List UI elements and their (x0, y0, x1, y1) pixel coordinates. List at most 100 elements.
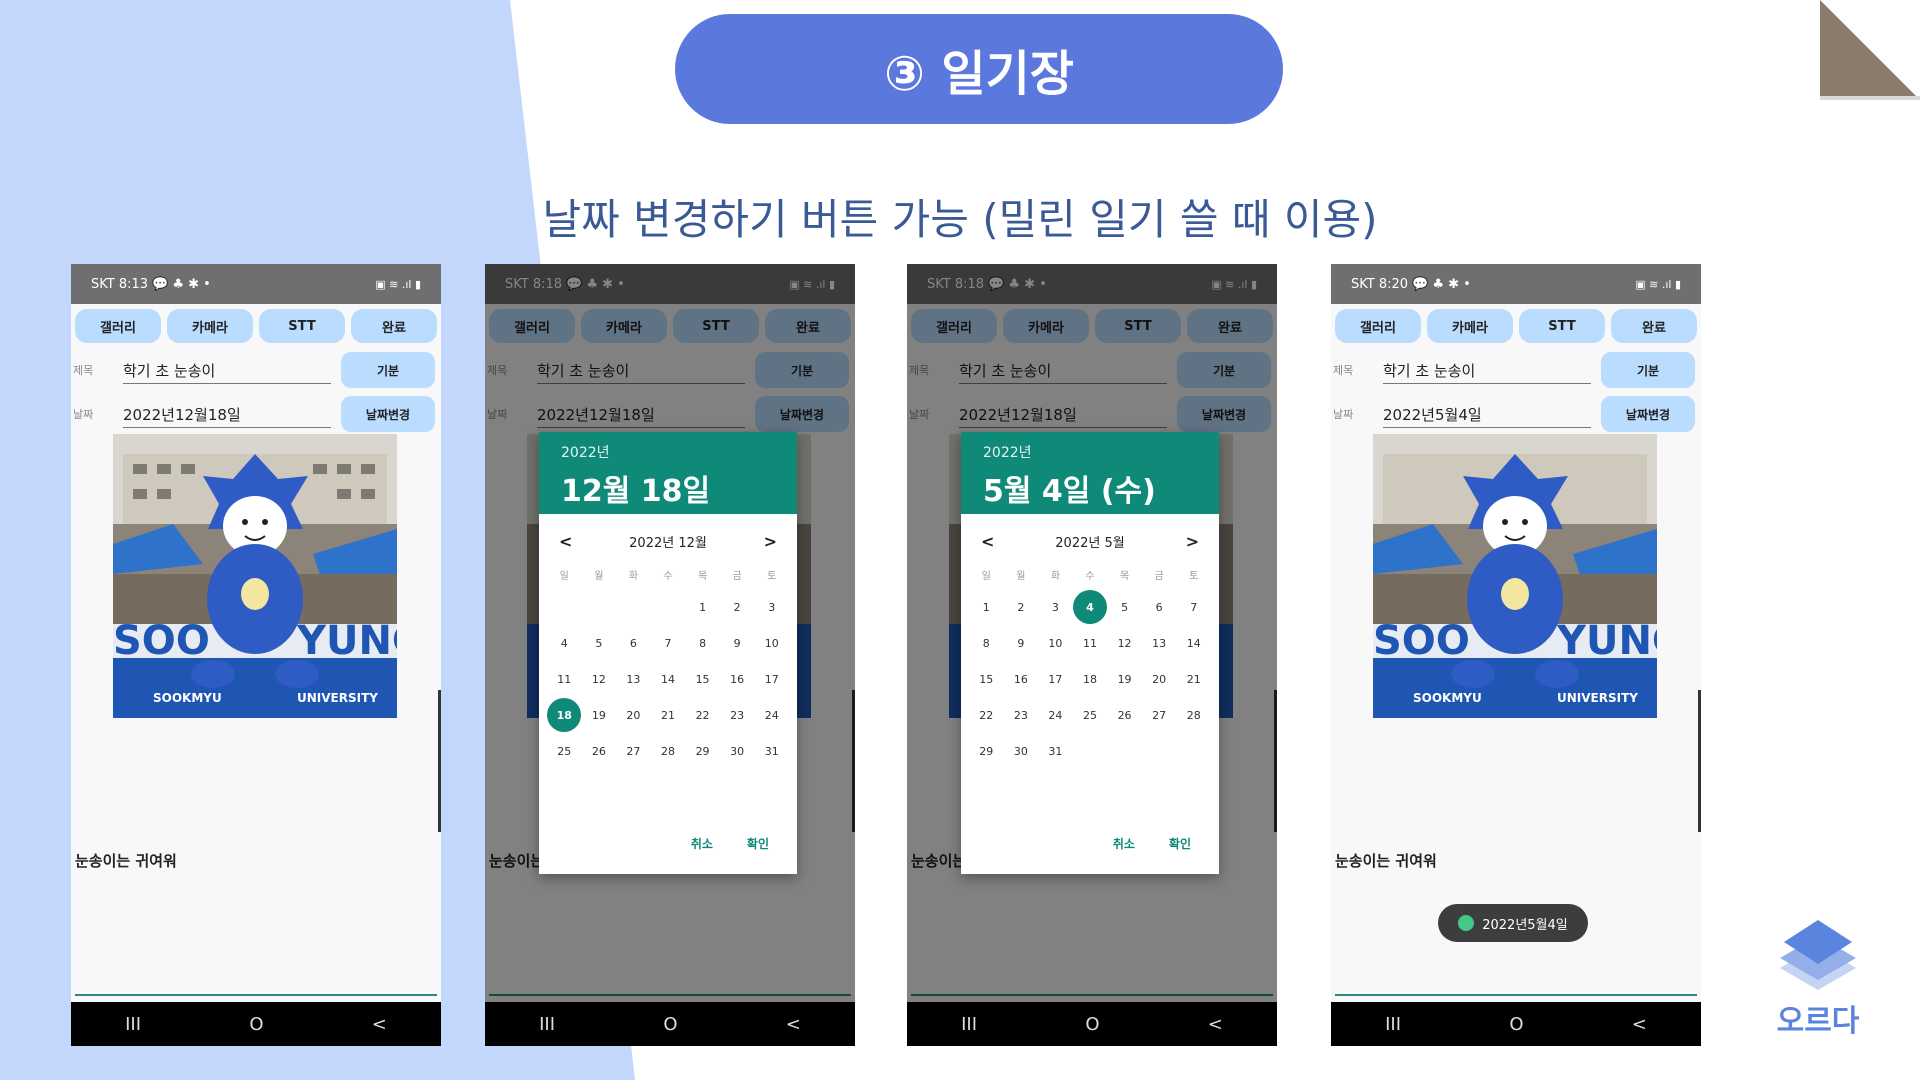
done-button[interactable]: 완료 (1611, 309, 1697, 343)
calendar-day[interactable]: 25 (1073, 697, 1108, 733)
calendar-day-selected[interactable]: 18 (547, 697, 582, 733)
calendar-day[interactable]: 27 (616, 733, 651, 769)
calendar-day[interactable]: 23 (720, 697, 755, 733)
next-month-icon[interactable]: > (764, 532, 777, 551)
prev-month-icon[interactable]: < (559, 532, 572, 551)
mood-button[interactable]: 기분 (341, 352, 435, 388)
cancel-button[interactable]: 취소 (1113, 835, 1135, 852)
calendar-day[interactable]: 29 (969, 733, 1004, 769)
calendar-day[interactable]: 15 (685, 661, 720, 697)
calendar-day[interactable]: 16 (1004, 661, 1039, 697)
date-input[interactable]: 2022년5월4일 (1383, 400, 1591, 428)
done-button[interactable]: 완료 (351, 309, 437, 343)
calendar-day[interactable]: 5 (1107, 589, 1142, 625)
calendar-day[interactable]: 26 (1107, 697, 1142, 733)
back-icon[interactable]: < (1632, 1014, 1647, 1035)
ok-button[interactable]: 확인 (1169, 835, 1191, 852)
recent-apps-icon[interactable]: III (961, 1014, 977, 1035)
calendar-day[interactable]: 16 (720, 661, 755, 697)
calendar-day[interactable]: 18 (1073, 661, 1108, 697)
calendar-day[interactable]: 4 (547, 625, 582, 661)
calendar-day[interactable]: 13 (616, 661, 651, 697)
stt-button[interactable]: STT (1519, 309, 1605, 343)
next-month-icon[interactable]: > (1186, 532, 1199, 551)
calendar-day[interactable]: 5 (582, 625, 617, 661)
gallery-button[interactable]: 갤러리 (1335, 309, 1421, 343)
cancel-button[interactable]: 취소 (691, 835, 713, 852)
calendar-day[interactable]: 19 (1107, 661, 1142, 697)
scrollbar[interactable] (438, 690, 441, 832)
calendar-day[interactable]: 6 (1142, 589, 1177, 625)
recent-apps-icon[interactable]: III (1385, 1014, 1401, 1035)
calendar-day[interactable]: 31 (1038, 733, 1073, 769)
home-icon[interactable]: O (249, 1014, 263, 1035)
calendar-day[interactable]: 15 (969, 661, 1004, 697)
calendar-day[interactable]: 27 (1142, 697, 1177, 733)
calendar-day[interactable]: 21 (1176, 661, 1211, 697)
mood-button[interactable]: 기분 (1601, 352, 1695, 388)
stt-button[interactable]: STT (259, 309, 345, 343)
calendar-day[interactable]: 6 (616, 625, 651, 661)
calendar-day[interactable]: 14 (651, 661, 686, 697)
change-date-button[interactable]: 날짜변경 (341, 396, 435, 432)
home-icon[interactable]: O (663, 1014, 677, 1035)
change-date-button[interactable]: 날짜변경 (1601, 396, 1695, 432)
calendar-day[interactable]: 9 (1004, 625, 1039, 661)
calendar-day[interactable]: 8 (969, 625, 1004, 661)
calendar-day[interactable]: 20 (616, 697, 651, 733)
calendar-day[interactable]: 3 (1038, 589, 1073, 625)
calendar-day[interactable]: 25 (547, 733, 582, 769)
calendar-day[interactable]: 24 (754, 697, 789, 733)
calendar-day[interactable]: 2 (1004, 589, 1039, 625)
calendar-day[interactable]: 31 (754, 733, 789, 769)
calendar-day[interactable]: 12 (582, 661, 617, 697)
calendar-day[interactable]: 22 (685, 697, 720, 733)
date-input[interactable]: 2022년12월18일 (123, 400, 331, 428)
calendar-day[interactable]: 13 (1142, 625, 1177, 661)
calendar-day[interactable]: 28 (1176, 697, 1211, 733)
calendar-day[interactable]: 22 (969, 697, 1004, 733)
calendar-day[interactable]: 7 (1176, 589, 1211, 625)
title-input[interactable]: 학기 초 눈송이 (1383, 356, 1591, 384)
calendar-day-selected[interactable]: 4 (1072, 589, 1108, 625)
calendar-day[interactable]: 11 (547, 661, 582, 697)
calendar-day[interactable]: 21 (651, 697, 686, 733)
calendar-day[interactable]: 20 (1142, 661, 1177, 697)
back-icon[interactable]: < (786, 1014, 801, 1035)
calendar-day[interactable]: 14 (1176, 625, 1211, 661)
picker-year[interactable]: 2022년 (561, 442, 775, 462)
calendar-day[interactable]: 17 (1038, 661, 1073, 697)
calendar-day[interactable]: 8 (685, 625, 720, 661)
diary-text[interactable]: 눈송이는 귀여워 (75, 850, 177, 871)
calendar-day[interactable]: 1 (685, 589, 720, 625)
calendar-day[interactable]: 10 (754, 625, 789, 661)
calendar-day[interactable]: 28 (651, 733, 686, 769)
prev-month-icon[interactable]: < (981, 532, 994, 551)
calendar-day[interactable]: 24 (1038, 697, 1073, 733)
back-icon[interactable]: < (372, 1014, 387, 1035)
calendar-day[interactable]: 29 (685, 733, 720, 769)
camera-button[interactable]: 카메라 (1427, 309, 1513, 343)
picker-year[interactable]: 2022년 (983, 442, 1197, 462)
recent-apps-icon[interactable]: III (125, 1014, 141, 1035)
calendar-day[interactable]: 11 (1073, 625, 1108, 661)
calendar-day[interactable]: 30 (720, 733, 755, 769)
back-icon[interactable]: < (1208, 1014, 1223, 1035)
diary-text[interactable]: 눈송이는 귀여워 (1335, 850, 1437, 871)
calendar-day[interactable]: 23 (1004, 697, 1039, 733)
calendar-day[interactable]: 7 (651, 625, 686, 661)
scrollbar[interactable] (1698, 690, 1701, 832)
home-icon[interactable]: O (1509, 1014, 1523, 1035)
calendar-day[interactable]: 10 (1038, 625, 1073, 661)
ok-button[interactable]: 확인 (747, 835, 769, 852)
calendar-day[interactable]: 9 (720, 625, 755, 661)
calendar-day[interactable]: 17 (754, 661, 789, 697)
home-icon[interactable]: O (1085, 1014, 1099, 1035)
calendar-day[interactable]: 12 (1107, 625, 1142, 661)
calendar-day[interactable]: 26 (582, 733, 617, 769)
recent-apps-icon[interactable]: III (539, 1014, 555, 1035)
calendar-day[interactable]: 19 (582, 697, 617, 733)
title-input[interactable]: 학기 초 눈송이 (123, 356, 331, 384)
camera-button[interactable]: 카메라 (167, 309, 253, 343)
calendar-day[interactable]: 30 (1004, 733, 1039, 769)
